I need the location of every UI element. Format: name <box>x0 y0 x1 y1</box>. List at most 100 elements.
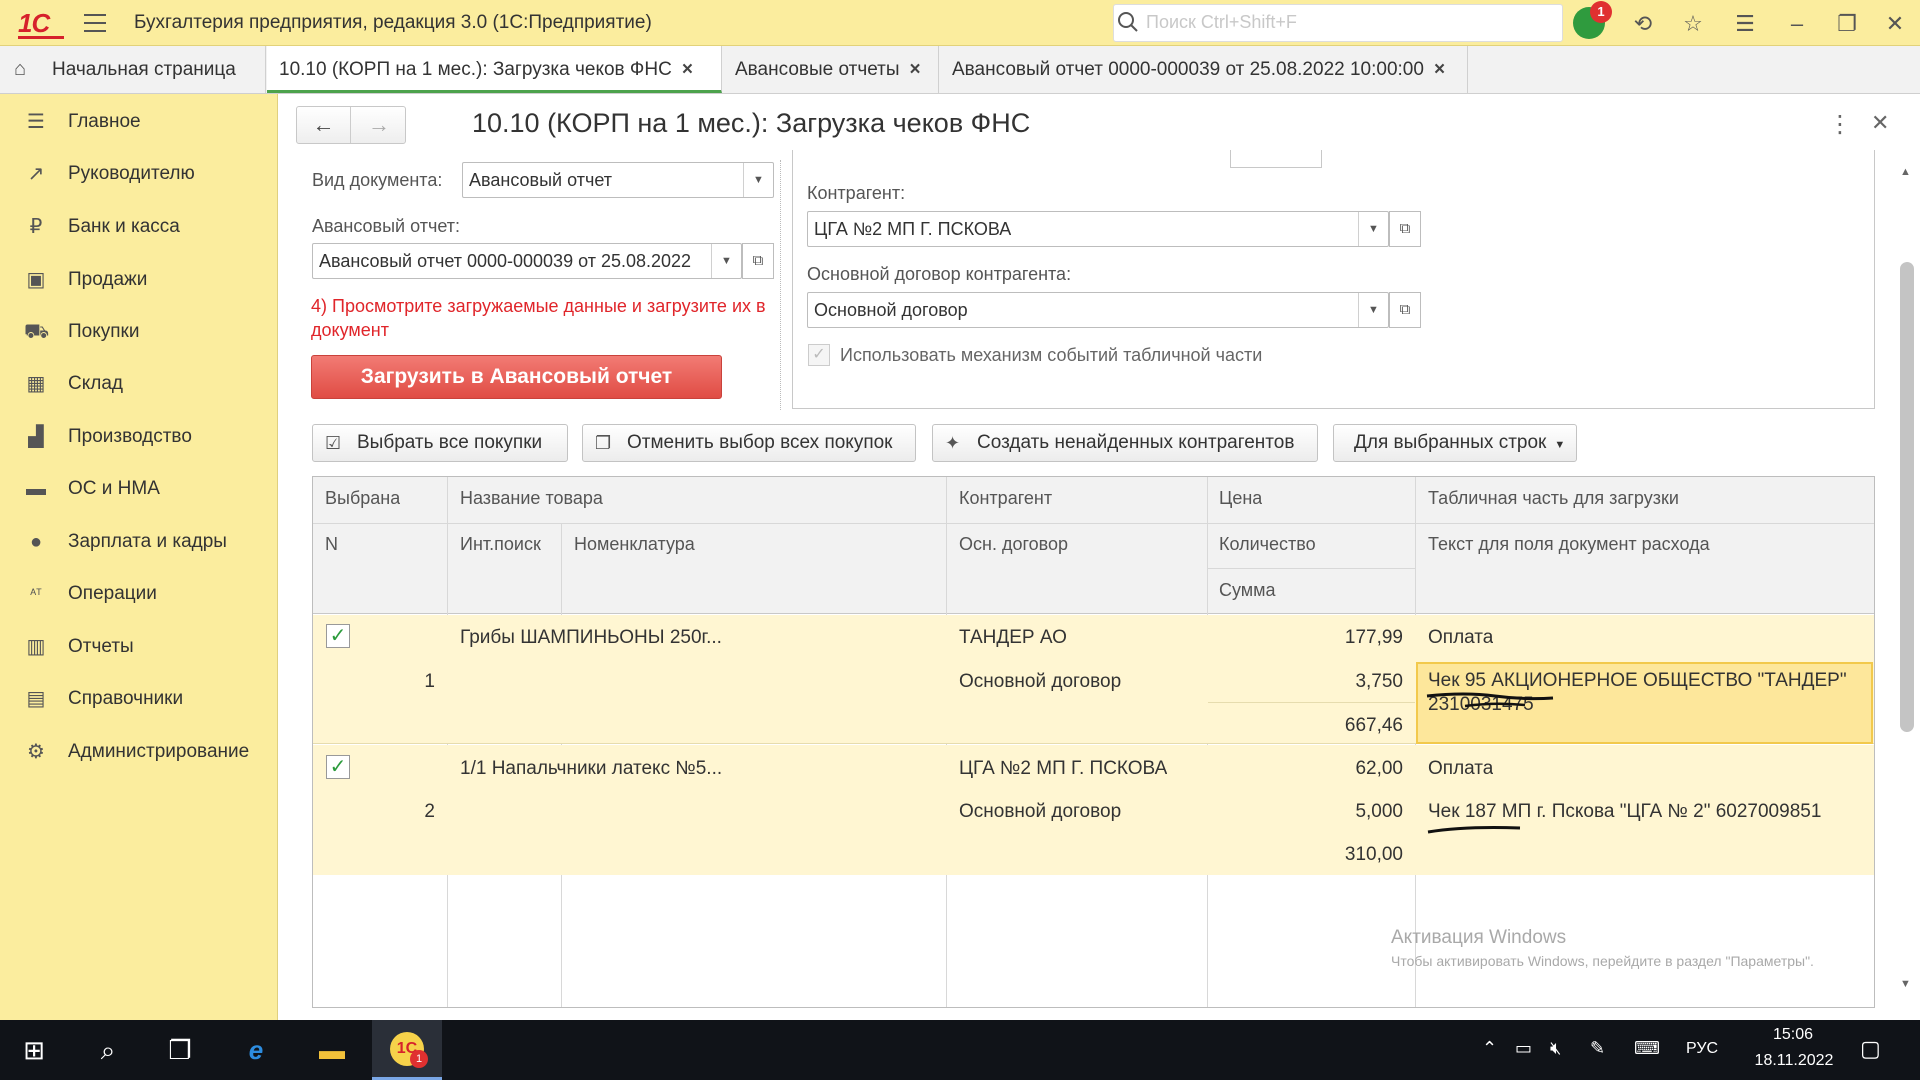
keyboard-icon[interactable]: ⌨ <box>1634 1038 1660 1059</box>
sidebar-item-purchases[interactable]: ⛟ Покупки <box>0 306 278 358</box>
row-tab-part[interactable]: Оплата <box>1428 627 1493 649</box>
product-name[interactable]: Грибы ШАМПИНЬОНЫ 250г... <box>460 627 940 649</box>
back-arrow-icon[interactable]: ← <box>297 107 351 143</box>
network-icon[interactable]: ▭ <box>1515 1038 1532 1059</box>
header-product-name[interactable]: Название товара <box>460 488 603 509</box>
header-expense-text[interactable]: Текст для поля документ расхода <box>1428 534 1710 555</box>
sidebar-item-admin[interactable]: ⚙ Администрирование <box>0 726 278 778</box>
open-link-icon[interactable]: ⧉ <box>1389 292 1421 328</box>
pen-icon[interactable]: ✎ <box>1590 1038 1605 1059</box>
header-sum[interactable]: Сумма <box>1219 580 1276 601</box>
open-link-icon[interactable]: ⧉ <box>1389 211 1421 247</box>
header-price[interactable]: Цена <box>1219 488 1262 509</box>
row-counterparty[interactable]: ТАНДЕР АО <box>959 627 1067 649</box>
sidebar-item-main[interactable]: ☰ Главное <box>0 96 278 148</box>
clock-time[interactable]: 15:06 <box>1762 1026 1824 1044</box>
advance-report-field[interactable]: Авансовый отчет 0000-000039 от 25.08.202… <box>312 243 742 279</box>
functions-menu-icon[interactable]: ☰ <box>1732 11 1758 37</box>
internet-explorer-icon[interactable]: e <box>226 1020 286 1080</box>
header-contract[interactable]: Осн. договор <box>959 534 1068 555</box>
tab-home[interactable]: ⌂ Начальная страница <box>0 46 266 93</box>
row-quantity[interactable]: 5,000 <box>1208 801 1403 823</box>
sidebar-item-production[interactable]: ▟ Производство <box>0 411 278 463</box>
forward-arrow-icon[interactable]: → <box>352 107 406 143</box>
sidebar-item-salary[interactable]: ● Зарплата и кадры <box>0 516 278 568</box>
chevron-down-icon[interactable]: ▼ <box>1358 293 1388 327</box>
events-checkbox[interactable]: ✓ <box>808 344 830 366</box>
close-tab-icon[interactable]: × <box>910 59 921 80</box>
notifications-badge: 1 <box>1590 1 1612 23</box>
doc-type-select[interactable]: Авансовый отчет ▼ <box>462 162 774 198</box>
row-price[interactable]: 177,99 <box>1208 627 1403 649</box>
close-tab-icon[interactable]: × <box>1434 59 1445 80</box>
header-int-search[interactable]: Инт.поиск <box>460 534 541 555</box>
row-sum[interactable]: 310,00 <box>1208 844 1403 866</box>
restore-icon[interactable]: ❐ <box>1834 11 1860 37</box>
row-price[interactable]: 62,00 <box>1208 758 1403 780</box>
sidebar-item-reports[interactable]: ▥ Отчеты <box>0 621 278 673</box>
close-form-icon[interactable]: ✕ <box>1871 110 1889 136</box>
sidebar-item-fixed-assets[interactable]: ▬ ОС и НМА <box>0 463 278 515</box>
app-logo[interactable]: 1С <box>18 8 50 39</box>
main-menu-icon[interactable] <box>84 14 106 32</box>
file-explorer-icon[interactable]: ▬ <box>302 1020 362 1080</box>
logo-underline <box>18 36 64 39</box>
chevron-down-icon[interactable]: ▼ <box>743 163 773 197</box>
row-select-checkbox[interactable]: ✓ <box>326 755 350 779</box>
close-window-icon[interactable]: ✕ <box>1882 11 1908 37</box>
clock-date[interactable]: 18.11.2022 <box>1744 1052 1844 1070</box>
header-tab-part[interactable]: Табличная часть для загрузки <box>1428 488 1679 509</box>
select-all-button[interactable]: ☑ Выбрать все покупки <box>312 424 568 462</box>
counterparty-value: ЦГА №2 МП Г. ПСКОВА <box>814 219 1012 239</box>
sidebar-item-warehouse[interactable]: ▦ Склад <box>0 358 278 410</box>
row-sum[interactable]: 667,46 <box>1208 715 1403 737</box>
action-center-icon[interactable]: ▢ <box>1860 1036 1881 1062</box>
windows-start-icon[interactable]: ⊞ <box>4 1020 64 1080</box>
operations-icon: ᴬᵀ <box>30 586 42 601</box>
minimize-icon[interactable]: – <box>1784 11 1810 37</box>
for-selected-rows-button[interactable]: Для выбранных строк ▼ <box>1333 424 1577 462</box>
chevron-down-icon[interactable]: ▼ <box>711 244 741 278</box>
header-nomenclature[interactable]: Номенклатура <box>574 534 695 555</box>
unselect-all-button[interactable]: ❐ Отменить выбор всех покупок <box>582 424 916 462</box>
input-language[interactable]: РУС <box>1686 1040 1718 1058</box>
sidebar-item-sales[interactable]: ▣ Продажи <box>0 254 278 306</box>
header-selected[interactable]: Выбрана <box>325 488 400 509</box>
volume-muted-icon[interactable]: 🔇︎ <box>1550 1038 1561 1059</box>
chevron-down-icon[interactable]: ▼ <box>1358 212 1388 246</box>
row-quantity[interactable]: 3,750 <box>1208 671 1403 693</box>
more-actions-icon[interactable]: ⋮ <box>1828 110 1852 139</box>
load-to-advance-report-button[interactable]: Загрузить в Авансовый отчет <box>311 355 722 399</box>
row-contract[interactable]: Основной договор <box>959 671 1121 693</box>
tab-advance-report-doc[interactable]: Авансовый отчет 0000-000039 от 25.08.202… <box>940 46 1468 93</box>
scroll-up-icon[interactable]: ▲ <box>1900 166 1911 178</box>
close-tab-icon[interactable]: × <box>682 59 693 80</box>
row-counterparty[interactable]: ЦГА №2 МП Г. ПСКОВА <box>959 758 1167 780</box>
scrollbar-thumb[interactable] <box>1900 262 1914 732</box>
row-tab-part[interactable]: Оплата <box>1428 758 1493 780</box>
header-quantity[interactable]: Количество <box>1219 534 1316 555</box>
tab-label: Начальная страница <box>52 59 236 80</box>
task-view-icon[interactable]: ❐ <box>150 1020 210 1080</box>
open-link-icon[interactable]: ⧉ <box>742 243 774 279</box>
tab-advance-reports[interactable]: Авансовые отчеты × <box>723 46 939 93</box>
tray-chevron-icon[interactable]: ⌃ <box>1482 1038 1497 1059</box>
contract-value: Основной договор <box>814 300 968 320</box>
create-counterparties-button[interactable]: ✦ Создать ненайденных контрагентов <box>932 424 1318 462</box>
taskbar-search-icon[interactable]: ⌕ <box>78 1020 138 1080</box>
counterparty-field[interactable]: ЦГА №2 МП Г. ПСКОВА ▼ <box>807 211 1389 247</box>
scroll-down-icon[interactable]: ▼ <box>1900 978 1911 990</box>
tab-fns-receipts[interactable]: 10.10 (КОРП на 1 мес.): Загрузка чеков Ф… <box>267 46 722 93</box>
sidebar-item-operations[interactable]: ᴬᵀ Операции <box>0 568 278 620</box>
header-n[interactable]: N <box>325 534 338 555</box>
sidebar-item-bank[interactable]: ₽ Банк и касса <box>0 201 278 253</box>
row-select-checkbox[interactable]: ✓ <box>326 624 350 648</box>
favorites-star-icon[interactable]: ☆ <box>1680 11 1706 37</box>
product-name[interactable]: 1/1 Напальчники латекс №5... <box>460 758 940 780</box>
history-icon[interactable]: ⟲ <box>1630 11 1656 37</box>
sidebar-item-manager[interactable]: ↗ Руководителю <box>0 148 278 200</box>
sidebar-item-directories[interactable]: ▤ Справочники <box>0 673 278 725</box>
contract-field[interactable]: Основной договор ▼ <box>807 292 1389 328</box>
row-contract[interactable]: Основной договор <box>959 801 1121 823</box>
header-counterparty[interactable]: Контрагент <box>959 488 1052 509</box>
